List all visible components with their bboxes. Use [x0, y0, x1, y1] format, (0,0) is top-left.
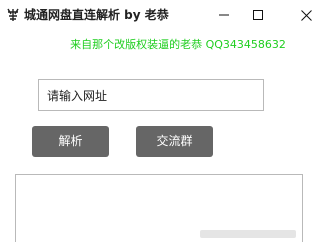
group-chat-button[interactable]: 交流群	[136, 126, 213, 157]
window-title: 城通网盘直连解析 by 老恭	[24, 8, 169, 22]
minimize-button[interactable]	[206, 0, 242, 30]
watermark-logo	[200, 230, 296, 238]
minimize-icon	[219, 10, 229, 20]
close-button[interactable]	[288, 0, 324, 30]
logo-icon	[6, 8, 20, 22]
title-bar[interactable]: 城通网盘直连解析 by 老恭	[0, 0, 332, 30]
author-banner: 来自那个改版权装逼的老恭 QQ343458632	[70, 38, 286, 51]
maximize-button[interactable]	[240, 0, 276, 30]
parse-button[interactable]: 解析	[32, 126, 109, 157]
url-input[interactable]	[38, 79, 264, 111]
output-textarea[interactable]	[15, 174, 303, 242]
close-icon	[300, 9, 312, 21]
maximize-icon	[253, 10, 263, 20]
